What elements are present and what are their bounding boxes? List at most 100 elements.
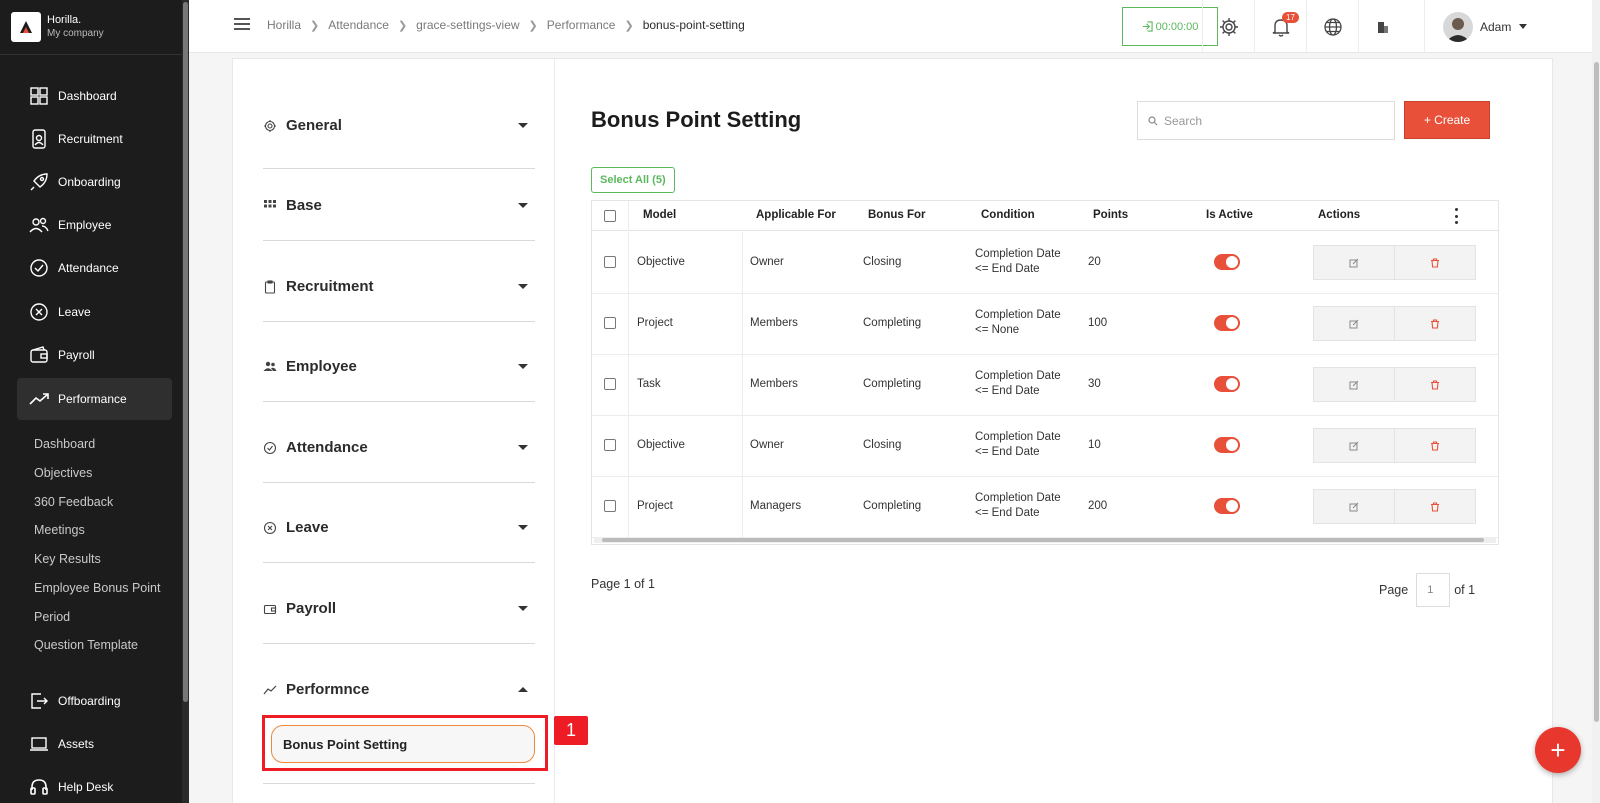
sidebar-sub-objectives[interactable]: Objectives — [34, 466, 92, 480]
table-row[interactable]: Project Members Completing Completion Da… — [592, 293, 1498, 355]
row-checkbox[interactable] — [604, 500, 616, 512]
sidebar-sub-360-feedback[interactable]: 360 Feedback — [34, 495, 113, 509]
page-scroll-thumb[interactable] — [1594, 62, 1599, 722]
company-switch-button[interactable] — [1358, 0, 1406, 53]
column-header-points[interactable]: Points — [1093, 209, 1128, 221]
language-button[interactable] — [1306, 0, 1358, 53]
sidebar-item-offboarding[interactable]: Offboarding — [17, 680, 172, 722]
breadcrumb-item[interactable]: Horilla — [267, 18, 301, 32]
is-active-toggle[interactable] — [1214, 315, 1240, 331]
sidebar-item-help-desk[interactable]: Help Desk — [17, 766, 172, 803]
column-divider — [742, 232, 743, 294]
page-count-text: Page 1 of 1 — [591, 577, 655, 591]
sidebar-item-payroll[interactable]: Payroll — [17, 334, 172, 376]
sidebar-scrollbar[interactable] — [182, 0, 189, 803]
select-all-checkbox[interactable] — [604, 210, 616, 222]
edit-icon — [1349, 258, 1359, 267]
wallet-icon — [263, 604, 277, 614]
sidebar-item-performance[interactable]: Performance — [17, 378, 172, 420]
section-title: General — [286, 117, 342, 134]
settings-button[interactable] — [1202, 0, 1254, 53]
sidebar-item-employee[interactable]: Employee — [17, 204, 172, 246]
column-header-is-active[interactable]: Is Active — [1206, 209, 1253, 221]
hamburger-menu-icon[interactable] — [234, 18, 250, 32]
sidebar-sub-meetings[interactable]: Meetings — [34, 523, 85, 537]
is-active-toggle[interactable] — [1214, 376, 1240, 392]
breadcrumb-item[interactable]: grace-settings-view — [416, 18, 519, 32]
delete-button[interactable] — [1394, 367, 1476, 402]
sidebar-item-leave[interactable]: Leave — [17, 291, 172, 333]
user-menu[interactable]: Adam — [1424, 0, 1528, 53]
table-row[interactable]: Objective Owner Closing Completion Date … — [592, 415, 1498, 477]
brand[interactable]: Horilla. My company — [11, 12, 104, 42]
breadcrumb-item[interactable]: Performance — [547, 18, 616, 32]
sidebar-item-attendance[interactable]: Attendance — [17, 247, 172, 289]
cell-model: Project — [637, 317, 673, 329]
pagination: Page 1 of 1 — [1379, 573, 1475, 607]
column-header-applicable-for[interactable]: Applicable For — [756, 209, 836, 221]
delete-button[interactable] — [1394, 428, 1476, 463]
edit-button[interactable] — [1313, 245, 1395, 280]
delete-button[interactable] — [1394, 489, 1476, 524]
sidebar-scroll-thumb[interactable] — [183, 2, 188, 702]
settings-section-recruitment[interactable]: Recruitment — [263, 240, 535, 322]
edit-button[interactable] — [1313, 367, 1395, 402]
search-input[interactable] — [1164, 113, 1374, 128]
row-checkbox[interactable] — [604, 317, 616, 329]
table-row[interactable]: Task Members Completing Completion Date … — [592, 354, 1498, 416]
settings-section-general[interactable]: General — [263, 87, 535, 169]
delete-button[interactable] — [1394, 306, 1476, 341]
floating-add-button[interactable]: + — [1535, 727, 1581, 773]
row-checkbox[interactable] — [604, 256, 616, 268]
table-header: Model Applicable For Bonus For Condition… — [592, 201, 1498, 231]
search-field[interactable] — [1137, 101, 1395, 140]
create-button[interactable]: + Create — [1404, 101, 1490, 139]
row-checkbox[interactable] — [604, 378, 616, 390]
edit-button[interactable] — [1313, 428, 1395, 463]
settings-section-base[interactable]: Base — [263, 159, 535, 241]
cell-model: Task — [637, 378, 661, 390]
table-row[interactable]: Project Managers Completing Completion D… — [592, 476, 1498, 538]
is-active-toggle[interactable] — [1214, 498, 1240, 514]
settings-section-employee[interactable]: Employee — [263, 320, 535, 402]
sidebar-sub-key-results[interactable]: Key Results — [34, 552, 101, 566]
edit-button[interactable] — [1313, 306, 1395, 341]
settings-section-leave[interactable]: Leave — [263, 481, 535, 563]
select-all-button[interactable]: Select All (5) — [591, 167, 675, 193]
sidebar-item-recruitment[interactable]: Recruitment — [17, 118, 172, 160]
sidebar-item-assets[interactable]: Assets — [17, 723, 172, 765]
edit-icon — [1349, 380, 1359, 389]
settings-menu: General Base Recruitment Employee Attend… — [233, 59, 588, 803]
column-header-condition[interactable]: Condition — [981, 209, 1035, 221]
sidebar-sub-question-template[interactable]: Question Template — [34, 638, 138, 652]
breadcrumb-item[interactable]: Attendance — [328, 18, 389, 32]
cell-applicable-for: Owner — [750, 256, 784, 268]
trend-icon — [263, 685, 277, 694]
row-checkbox[interactable] — [604, 439, 616, 451]
column-divider — [742, 415, 743, 477]
main-card: General Base Recruitment Employee Attend… — [232, 58, 1553, 803]
is-active-toggle[interactable] — [1214, 437, 1240, 453]
edit-button[interactable] — [1313, 489, 1395, 524]
caret-down-icon — [518, 525, 528, 530]
column-header-model[interactable]: Model — [643, 209, 676, 221]
column-options-kebab-icon[interactable] — [1450, 208, 1462, 224]
sidebar: Horilla. My company Dashboard Recruitmen… — [0, 0, 189, 803]
sidebar-item-label: Attendance — [58, 261, 119, 275]
notifications-button[interactable]: 17 — [1254, 0, 1306, 53]
sidebar-sub-dashboard[interactable]: Dashboard — [34, 437, 95, 451]
annotation-number-label: 1 — [554, 716, 588, 745]
sidebar-sub-period[interactable]: Period — [34, 610, 70, 624]
sidebar-item-dashboard[interactable]: Dashboard — [17, 75, 172, 117]
delete-button[interactable] — [1394, 245, 1476, 280]
table-horizontal-scrollbar[interactable] — [594, 537, 1496, 543]
table-scroll-thumb[interactable] — [602, 538, 1484, 542]
sidebar-item-onboarding[interactable]: Onboarding — [17, 161, 172, 203]
page-number-input[interactable]: 1 — [1416, 573, 1451, 607]
settings-section-attendance[interactable]: Attendance — [263, 401, 535, 483]
table-row[interactable]: Objective Owner Closing Completion Date … — [592, 232, 1498, 294]
sidebar-sub-employee-bonus-point[interactable]: Employee Bonus Point — [34, 581, 160, 595]
column-header-bonus-for[interactable]: Bonus For — [868, 209, 926, 221]
settings-section-payroll[interactable]: Payroll — [263, 562, 535, 644]
is-active-toggle[interactable] — [1214, 254, 1240, 270]
